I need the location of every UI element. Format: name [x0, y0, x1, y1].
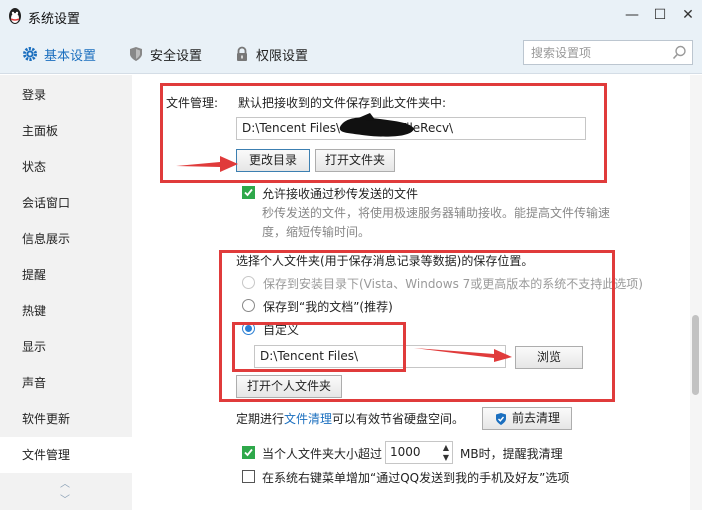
qq-penguin-icon [9, 8, 21, 24]
scroll-down-icon[interactable]: ﹀ [60, 491, 70, 506]
option-docs-label: 保存到“我的文档”(推荐) [263, 300, 393, 314]
size-reminder-checkbox[interactable] [242, 446, 255, 459]
tab-label: 安全设置 [150, 48, 203, 64]
search-box [523, 40, 693, 65]
stepper-down-icon[interactable]: ▼ [443, 453, 449, 462]
allow-instant-label: 允许接收通过秒传发送的文件 [262, 187, 419, 201]
option-custom-label: 自定义 [263, 323, 300, 337]
tab-permission-settings[interactable]: 权限设置 [234, 44, 308, 64]
file-cleanup-link[interactable]: 文件清理 [284, 412, 332, 426]
close-icon[interactable]: ✕ [674, 4, 702, 26]
radio-my-documents[interactable] [242, 299, 255, 312]
gear-icon [23, 47, 37, 61]
sidebar-item-sound[interactable]: 声音 [0, 365, 132, 401]
annotation-arrow-browse [414, 348, 512, 362]
sidebar-item-file-management[interactable]: 文件管理 [0, 437, 132, 473]
scrollbar-thumb[interactable] [692, 315, 699, 395]
window-title: 系统设置 [28, 12, 81, 27]
context-menu-checkbox[interactable] [242, 470, 255, 483]
default-save-label: 默认把接收到的文件保存到此文件夹中: [238, 96, 447, 110]
sidebar-item-status[interactable]: 状态 [0, 149, 132, 185]
size-value: 1000 [390, 445, 421, 459]
option-install-label: 保存到安装目录下(Vista、Windows 7或更高版本的系统不支持此选项) [263, 277, 643, 291]
sidebar-item-reminder[interactable]: 提醒 [0, 257, 132, 293]
sidebar-item-software-update[interactable]: 软件更新 [0, 401, 132, 437]
redacted-username [339, 113, 414, 137]
tab-label: 基本设置 [44, 48, 97, 64]
tab-basic-settings[interactable]: 基本设置 [22, 44, 96, 64]
personal-folder-label: 选择个人文件夹(用于保存消息记录等数据)的保存位置。 [236, 254, 534, 268]
stepper-up-icon[interactable]: ▲ [443, 443, 449, 452]
sidebar: 登录 主面板 状态 会话窗口 信息展示 提醒 热键 显示 声音 软件更新 文件管… [0, 75, 132, 510]
cleanup-text: 定期进行文件清理可以有效节省硬盘空间。 [236, 412, 465, 426]
open-folder-button[interactable]: 打开文件夹 [315, 149, 395, 172]
sidebar-item-login[interactable]: 登录 [0, 77, 132, 113]
sidebar-item-display[interactable]: 显示 [0, 329, 132, 365]
sidebar-item-hotkeys[interactable]: 热键 [0, 293, 132, 329]
cleanup-button[interactable]: 前去清理 [482, 407, 572, 430]
tab-security-settings[interactable]: 安全设置 [128, 44, 202, 64]
maximize-icon[interactable]: ☐ [646, 4, 674, 26]
size-suffix-label: MB时，提醒我清理 [460, 447, 563, 461]
shield-icon [130, 47, 142, 61]
allow-instant-desc: 秒传发送的文件，将使用极速服务器辅助接收。能提高文件传输速度，缩短传输时间。 [262, 206, 611, 239]
search-icon[interactable] [672, 45, 687, 60]
sidebar-item-chat-window[interactable]: 会话窗口 [0, 185, 132, 221]
sidebar-item-info-display[interactable]: 信息展示 [0, 221, 132, 257]
top-tab-bar: 基本设置 安全设置 权限设置 [0, 32, 702, 74]
settings-content: 文件管理: 默认把接收到的文件保存到此文件夹中: D:\Tencent File… [132, 75, 702, 510]
search-input[interactable] [524, 41, 664, 64]
radio-custom[interactable] [242, 322, 255, 335]
allow-instant-checkbox[interactable] [242, 186, 255, 199]
title-bar: 系统设置 — ☐ ✕ [0, 0, 702, 32]
browse-button[interactable]: 浏览 [515, 346, 583, 369]
size-stepper[interactable]: 1000 ▲ ▼ [385, 441, 453, 464]
annotation-arrow-change-dir [176, 156, 238, 172]
size-prefix-label: 当个人文件夹大小超过 [262, 447, 383, 461]
change-dir-button[interactable]: 更改目录 [236, 149, 310, 172]
tab-label: 权限设置 [256, 48, 309, 64]
sidebar-item-main-panel[interactable]: 主面板 [0, 113, 132, 149]
minimize-icon[interactable]: — [618, 4, 646, 26]
scroll-up-icon[interactable]: ︿ [60, 475, 70, 490]
radio-install-dir[interactable] [242, 276, 255, 289]
section-label: 文件管理: [166, 96, 219, 110]
lock-icon [237, 46, 247, 61]
open-personal-folder-button[interactable]: 打开个人文件夹 [236, 375, 342, 398]
content-scrollbar[interactable] [690, 75, 702, 510]
context-menu-label: 在系统右键菜单增加“通过QQ发送到我的手机及好友”选项 [262, 471, 570, 485]
shield-check-icon [495, 412, 506, 425]
